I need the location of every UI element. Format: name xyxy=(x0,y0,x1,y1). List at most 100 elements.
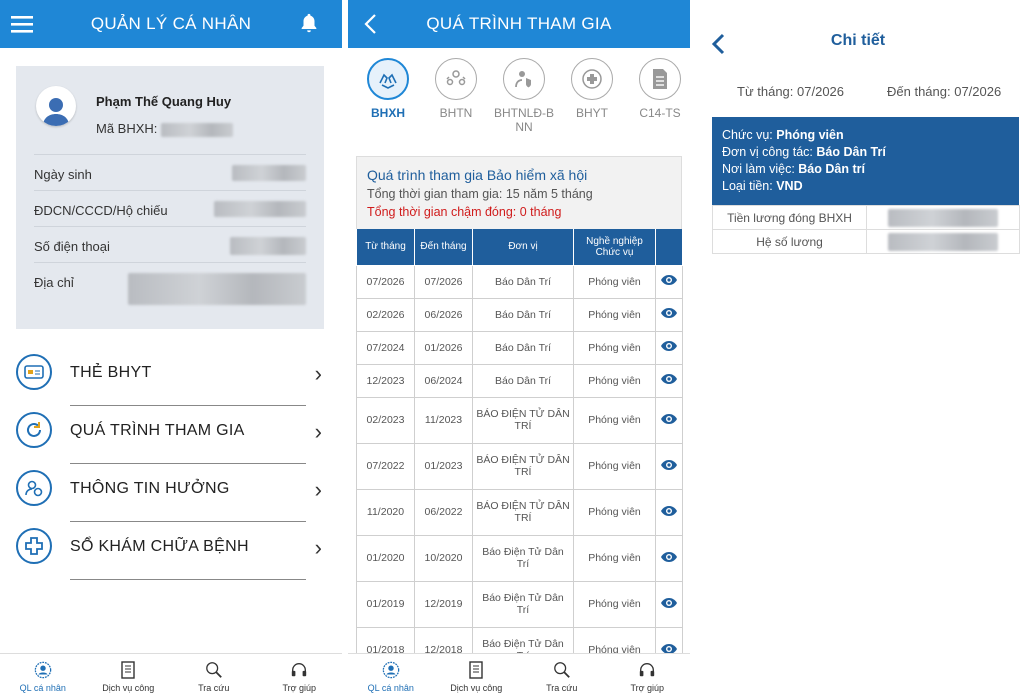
eye-icon[interactable] xyxy=(655,396,683,444)
personal-panel: QUẢN LÝ CÁ NHÂN Phạm Thế Quang Huy Mã BH… xyxy=(0,0,342,699)
cell-job: Phóng viên xyxy=(573,363,656,398)
tab-label: BHTNLĐ-B NN xyxy=(494,106,555,134)
field-address: Địa chỉ xyxy=(34,262,306,318)
table-row: 11/2020 06/2022 BÁO ĐIỆN TỬ DÂN TRÍ Phóng v… xyxy=(356,488,683,536)
chevron-right-icon: › xyxy=(314,361,322,386)
menu-item-benefits[interactable]: THÔNG TIN HƯỞNG › xyxy=(16,464,328,522)
table-row: 01/2019 12/2019 Báo Điện Tử Dân Trí Phóng v… xyxy=(356,580,683,628)
position-line: Chức vụ: Phóng viên xyxy=(722,127,1009,144)
salary-table: Tiền lương đóng BHXH Hệ số lương xyxy=(712,205,1020,254)
nav-lookup[interactable]: Tra cứu xyxy=(171,654,257,699)
document-icon xyxy=(121,660,135,679)
chevron-right-icon: › xyxy=(314,419,322,444)
eye-icon[interactable] xyxy=(655,534,683,582)
unit-value: Báo Dân Trí xyxy=(816,145,886,159)
cell-unit: Báo Điện Tử Dân Trí xyxy=(472,534,574,582)
cell-from: 11/2020 xyxy=(356,488,415,536)
redacted-value xyxy=(230,237,306,255)
cell-from: 07/2022 xyxy=(356,442,415,490)
tab-bhxh[interactable]: BHXH xyxy=(358,58,418,120)
tab-bhtnld[interactable]: BHTNLĐ-B NN xyxy=(494,58,554,134)
table-row: 07/2022 01/2023 BÁO ĐIỆN TỬ DÂN TRÍ Phóng v… xyxy=(356,442,683,490)
redacted-value xyxy=(232,165,306,181)
late-time: Tổng thời gian chậm đóng: 0 tháng xyxy=(367,205,562,219)
menu-item-label: SỔ KHÁM CHỮA BỆNH xyxy=(70,538,249,555)
eye-icon[interactable] xyxy=(655,297,683,332)
detail-box: Chức vụ: Phóng viên Đơn vị công tác: Báo… xyxy=(712,117,1019,205)
cell-job: Phóng viên xyxy=(573,330,656,365)
eye-icon[interactable] xyxy=(655,330,683,365)
field-label: Ngày sinh xyxy=(34,167,92,182)
workplace-label: Nơi làm việc: xyxy=(722,162,795,176)
eye-icon[interactable] xyxy=(655,488,683,536)
hamburger-menu-icon[interactable] xyxy=(8,10,36,38)
redacted-value xyxy=(866,229,1020,254)
nav-label: Trợ giúp xyxy=(282,682,317,693)
nav-personal[interactable]: QL cá nhân xyxy=(348,654,434,699)
cell-from: 07/2026 xyxy=(356,264,415,299)
document-icon xyxy=(639,58,681,100)
nav-services[interactable]: Dịch vụ công xyxy=(434,654,520,699)
cell-unit: Báo Dân Trí xyxy=(472,330,574,365)
cell-to: 11/2023 xyxy=(414,396,473,444)
people-icon xyxy=(435,58,477,100)
nav-help[interactable]: Trợ giúp xyxy=(257,654,343,699)
top-bar: QUÁ TRÌNH THAM GIA xyxy=(348,0,690,48)
bottom-nav: QL cá nhân Dịch vụ công Tra cứu Trợ giúp xyxy=(0,653,342,699)
tab-label: BHYT xyxy=(575,106,608,120)
from-month: Từ tháng: 07/2026 xyxy=(737,84,845,99)
bottom-nav: QL cá nhân Dịch vụ công Tra cứu Trợ giúp xyxy=(348,653,690,699)
nav-label: QL cá nhân xyxy=(19,682,66,693)
tab-bhyt[interactable]: BHYT xyxy=(562,58,622,120)
tab-c14ts[interactable]: C14-TS xyxy=(630,58,690,120)
field-label: Số điện thoại xyxy=(34,239,110,254)
tab-bhtn[interactable]: BHTN xyxy=(426,58,486,120)
row-label: Tiền lương đóng BHXH xyxy=(712,205,867,230)
nav-services[interactable]: Dịch vụ công xyxy=(86,654,172,699)
menu-item-label: THÔNG TIN HƯỞNG xyxy=(70,480,230,497)
tab-label: C14-TS xyxy=(639,106,681,120)
nav-help[interactable]: Trợ giúp xyxy=(605,654,691,699)
refresh-icon xyxy=(16,412,52,448)
cell-from: 01/2020 xyxy=(356,534,415,582)
cell-to: 10/2020 xyxy=(414,534,473,582)
nav-label: Tra cứu xyxy=(546,682,578,693)
eye-icon[interactable] xyxy=(655,442,683,490)
table-row: 07/2026 07/2026 Báo Dân Trí Phóng viên xyxy=(356,264,683,299)
cell-unit: BÁO ĐIỆN TỬ DÂN TRÍ xyxy=(472,442,574,490)
cell-unit: Báo Dân Trí xyxy=(472,264,574,299)
workplace-line: Nơi làm việc: Báo Dân trí xyxy=(722,161,1009,178)
cell-job: Phóng viên xyxy=(573,297,656,332)
table-header: Từ tháng Đến tháng Đơn vị Nghề nghiệp Ch… xyxy=(356,229,683,266)
field-dob: Ngày sinh xyxy=(34,154,306,190)
nav-label: Dịch vụ công xyxy=(450,682,503,693)
cell-from: 07/2024 xyxy=(356,330,415,365)
cell-to: 06/2026 xyxy=(414,297,473,332)
nav-label: Dịch vụ công xyxy=(102,682,155,693)
search-icon xyxy=(553,661,570,678)
redacted-code xyxy=(161,122,234,137)
currency-line: Loại tiền: VND xyxy=(722,178,1009,195)
bell-icon[interactable] xyxy=(298,12,322,36)
nav-lookup[interactable]: Tra cứu xyxy=(519,654,605,699)
eye-icon[interactable] xyxy=(655,264,683,299)
table-row: 07/2024 01/2026 Báo Dân Trí Phóng viên xyxy=(356,330,683,365)
cell-unit: Báo Dân Trí xyxy=(472,363,574,398)
menu-item-medical-book[interactable]: SỔ KHÁM CHỮA BỆNH › xyxy=(16,522,328,580)
menu-item-participation[interactable]: QUÁ TRÌNH THAM GIA › xyxy=(16,406,328,464)
nav-personal[interactable]: QL cá nhân xyxy=(0,654,86,699)
nav-label: Tra cứu xyxy=(198,682,230,693)
search-icon xyxy=(205,661,222,678)
table-row: 12/2023 06/2024 Báo Dân Trí Phóng viên xyxy=(356,363,683,398)
eye-icon[interactable] xyxy=(655,363,683,398)
personal-icon xyxy=(34,661,52,678)
cell-unit: Báo Dân Trí xyxy=(472,297,574,332)
eye-icon[interactable] xyxy=(655,580,683,628)
medical-cross-icon xyxy=(16,528,52,564)
menu-item-health-card[interactable]: THẺ BHYT › xyxy=(16,348,328,406)
column-header: Nghề nghiệp Chức vụ xyxy=(573,229,656,266)
back-arrow-icon[interactable] xyxy=(356,10,384,38)
cell-unit: BÁO ĐIỆN TỬ DÂN TRÍ xyxy=(472,488,574,536)
unit-line: Đơn vị công tác: Báo Dân Trí xyxy=(722,144,1009,161)
cell-to: 06/2022 xyxy=(414,488,473,536)
